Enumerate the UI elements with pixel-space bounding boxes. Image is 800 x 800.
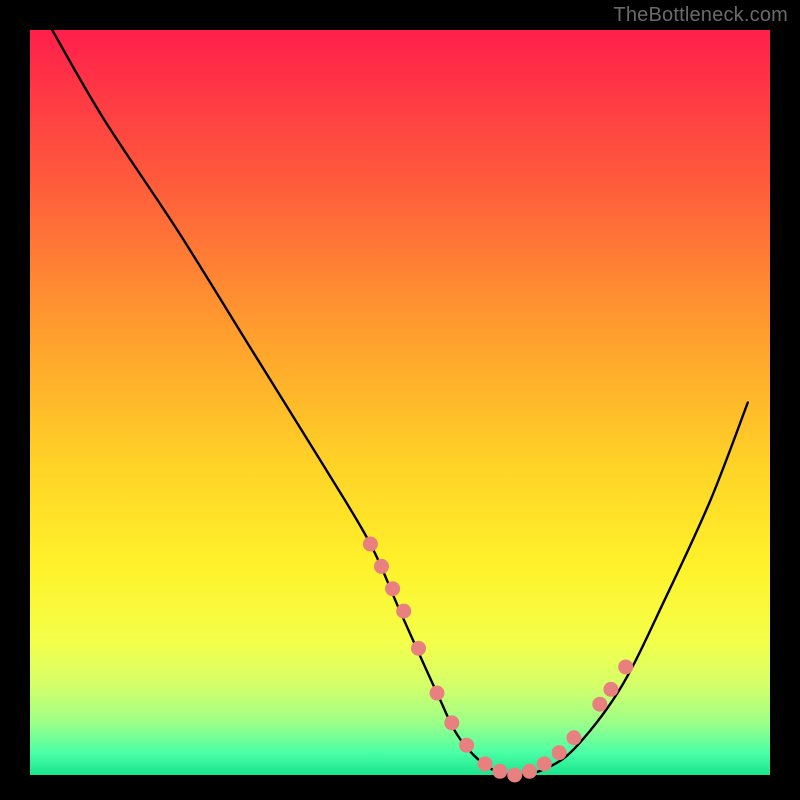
highlight-point	[566, 730, 581, 745]
watermark-label: TheBottleneck.com	[613, 4, 788, 27]
gradient-plot-area	[30, 30, 770, 775]
highlight-point	[411, 641, 426, 656]
highlight-point	[385, 581, 400, 596]
highlight-point	[603, 682, 618, 697]
highlight-point	[592, 697, 607, 712]
highlight-point	[363, 537, 378, 552]
highlight-point	[618, 659, 633, 674]
highlight-point	[459, 738, 474, 753]
highlight-point	[552, 745, 567, 760]
chart-stage: TheBottleneck.com	[0, 0, 800, 800]
bottleneck-chart	[0, 0, 800, 800]
highlight-point	[522, 764, 537, 779]
highlight-point	[478, 756, 493, 771]
highlight-point	[507, 768, 522, 783]
highlight-point	[537, 756, 552, 771]
highlight-point	[444, 715, 459, 730]
highlight-point	[492, 764, 507, 779]
highlight-point	[396, 604, 411, 619]
highlight-point	[374, 559, 389, 574]
highlight-point	[430, 686, 445, 701]
